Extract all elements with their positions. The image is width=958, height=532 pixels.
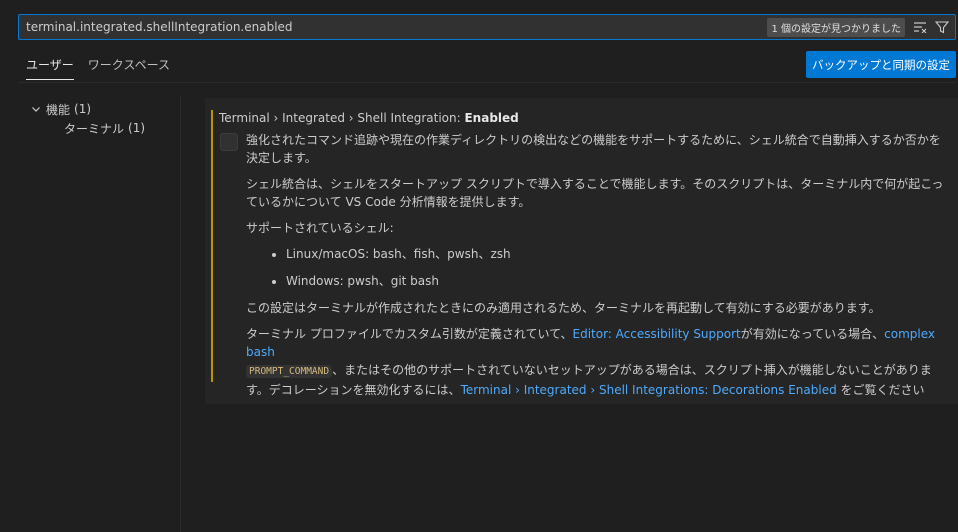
chevron-down-icon: [30, 103, 46, 115]
settings-editor: 1 個の設定が見つかりました ユーザー ワークスペース バックアップと同期の設定: [0, 0, 958, 532]
setting-title: Terminal › Integrated › Shell Integratio…: [219, 111, 519, 125]
setting-description: 強化されたコマンド追跡や現在の作業ディレクトリの検出などの機能をサポートするため…: [246, 131, 946, 407]
settings-toc: 機能 (1) ターミナル (1): [30, 100, 180, 138]
toc-sash[interactable]: [180, 96, 181, 532]
supported-shells-list: Linux/macOS: bash、fish、pwsh、zsh Windows:…: [286, 245, 946, 290]
supported-shells-heading: サポートされているシェル:: [246, 221, 394, 235]
text-segment: が有効になっている場合、: [740, 327, 885, 341]
setting-category: Terminal › Integrated › Shell Integratio…: [219, 111, 465, 125]
backup-sync-settings-button[interactable]: バックアップと同期の設定: [806, 51, 956, 78]
toc-item-terminal[interactable]: ターミナル (1): [30, 118, 180, 138]
results-count-badge: 1 個の設定が見つかりました: [767, 17, 905, 37]
decorations-enabled-link[interactable]: Terminal › Integrated › Shell Integratio…: [461, 383, 837, 397]
tabs-divider: [18, 82, 956, 83]
description-paragraph: 強化されたコマンド追跡や現在の作業ディレクトリの検出などの機能をサポートするため…: [246, 133, 941, 165]
prompt-command-code: PROMPT_COMMAND: [246, 365, 333, 378]
list-item: Linux/macOS: bash、fish、pwsh、zsh: [286, 245, 946, 263]
text-segment: ターミナル プロファイルでカスタム引数が定義されていて、: [246, 327, 573, 341]
enabled-checkbox[interactable]: [220, 133, 238, 151]
setting-key: Enabled: [464, 111, 519, 125]
description-paragraph: この設定はターミナルが作成されたときにのみ適用されるため、ターミナルを再起動して…: [246, 301, 881, 315]
description-paragraph: シェル統合は、シェルをスタートアップ スクリプトで導入することで機能します。その…: [246, 177, 944, 209]
text-segment: をご覧ください: [836, 383, 925, 397]
modified-indicator: [211, 110, 213, 382]
toc-item-label: ターミナル: [64, 121, 125, 136]
tab-workspace[interactable]: ワークスペース: [88, 56, 170, 80]
toc-item-count: (1): [128, 121, 146, 135]
description-paragraph: ターミナル プロファイルでカスタム引数が定義されていて、Editor: Acce…: [246, 325, 946, 399]
scope-tabs: ユーザー ワークスペース: [26, 56, 170, 80]
accessibility-support-link[interactable]: Editor: Accessibility Support: [573, 327, 741, 341]
settings-search-box[interactable]: 1 個の設定が見つかりました: [18, 14, 956, 40]
list-item: Windows: pwsh、git bash: [286, 272, 946, 290]
toc-group-label: 機能: [46, 102, 71, 117]
toc-group-count: (1): [74, 102, 92, 116]
clear-filter-icon[interactable]: [911, 18, 929, 36]
setting-item-shell-integration-enabled: Terminal › Integrated › Shell Integratio…: [205, 98, 958, 404]
filter-icon[interactable]: [933, 18, 951, 36]
toc-group-features[interactable]: 機能 (1): [30, 100, 180, 118]
tab-user[interactable]: ユーザー: [26, 56, 74, 80]
search-input[interactable]: [19, 15, 768, 39]
